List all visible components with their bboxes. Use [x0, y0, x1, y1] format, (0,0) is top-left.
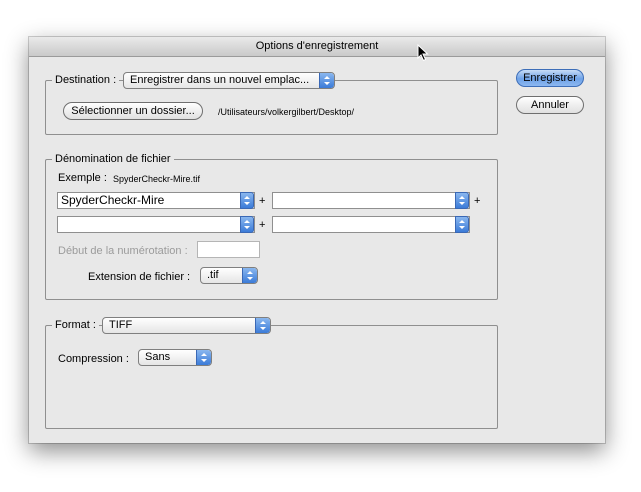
format-popup[interactable]: TIFF: [102, 317, 271, 334]
naming-field-4[interactable]: [272, 216, 470, 233]
format-label: Format :: [55, 319, 96, 331]
example-value: SpyderCheckr-Mire.tif: [113, 174, 201, 184]
compression-value: Sans: [145, 351, 171, 363]
up-down-arrows-icon: [255, 318, 270, 333]
example-label: Exemple :: [58, 172, 107, 184]
up-down-arrows-icon[interactable]: [455, 192, 469, 209]
file-extension-value: .tif: [207, 269, 219, 281]
format-popup-value: TIFF: [109, 319, 133, 331]
destination-popup[interactable]: Enregistrer dans un nouvel emplac...: [123, 72, 335, 89]
destination-path: /Utilisateurs/volkergilbert/Desktop/: [218, 107, 355, 117]
up-down-arrows-icon[interactable]: [455, 216, 469, 233]
destination-label: Destination :: [55, 74, 117, 86]
naming-field-1-value: SpyderCheckr-Mire: [61, 193, 165, 207]
up-down-arrows-icon: [242, 268, 257, 283]
up-down-arrows-icon[interactable]: [240, 192, 254, 209]
naming-field-2[interactable]: [272, 192, 470, 209]
save-button[interactable]: Enregistrer: [516, 69, 584, 87]
select-folder-button[interactable]: Sélectionner un dossier...: [63, 102, 203, 120]
compression-popup[interactable]: Sans: [138, 349, 212, 366]
title-bar[interactable]: Options d'enregistrement: [29, 37, 605, 57]
plus-sign: +: [474, 195, 481, 207]
cancel-button[interactable]: Annuler: [516, 96, 584, 114]
mouse-cursor-icon: [417, 44, 429, 62]
start-numbering-input[interactable]: [197, 241, 260, 258]
format-group: Format :: [45, 318, 498, 429]
up-down-arrows-icon: [319, 73, 334, 88]
plus-sign: +: [259, 219, 266, 231]
up-down-arrows-icon[interactable]: [240, 216, 254, 233]
destination-popup-value: Enregistrer dans un nouvel emplac...: [130, 74, 310, 86]
start-numbering-label: Début de la numérotation :: [58, 245, 188, 257]
file-naming-label: Dénomination de fichier: [55, 153, 171, 165]
plus-sign: +: [259, 195, 266, 207]
window-title: Options d'enregistrement: [255, 40, 379, 52]
naming-field-3[interactable]: [57, 216, 255, 233]
compression-label: Compression :: [58, 353, 129, 365]
file-extension-popup[interactable]: .tif: [200, 267, 258, 284]
naming-field-1[interactable]: SpyderCheckr-Mire: [57, 192, 255, 209]
save-options-dialog: Options d'enregistrement Destination : E…: [29, 37, 605, 443]
file-extension-label: Extension de fichier :: [88, 271, 191, 283]
up-down-arrows-icon: [196, 350, 211, 365]
